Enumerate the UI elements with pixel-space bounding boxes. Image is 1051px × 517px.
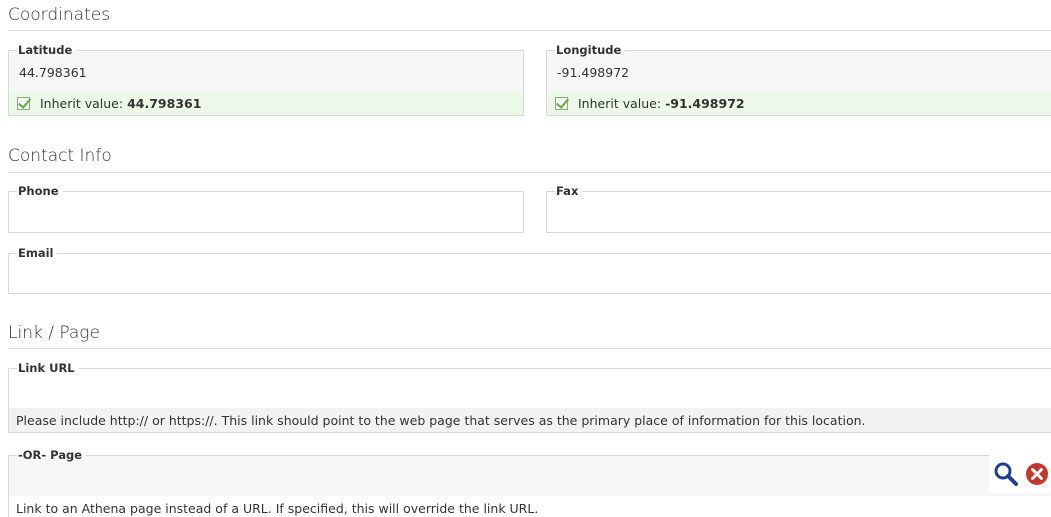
section-title-coordinates: Coordinates xyxy=(8,5,111,25)
fax-label: Fax xyxy=(555,183,583,199)
longitude-value[interactable]: -91.498972 xyxy=(557,65,629,80)
link-url-help: Please include http:// or https://. This… xyxy=(9,408,1051,432)
inherit-label: Inherit value: xyxy=(578,95,662,111)
inherit-label: Inherit value: xyxy=(40,95,124,111)
longitude-inherit-row[interactable]: Inherit value: -91.498972 xyxy=(547,91,1051,115)
email-label: Email xyxy=(17,245,58,261)
checkbox-icon[interactable] xyxy=(555,96,568,110)
longitude-label: Longitude xyxy=(555,42,626,58)
section-title-link-page: Link / Page xyxy=(8,323,100,343)
page-label: -OR- Page xyxy=(17,447,87,463)
checkbox-icon[interactable] xyxy=(17,96,30,110)
section-divider xyxy=(8,172,1051,173)
phone-label: Phone xyxy=(17,183,63,199)
search-icon[interactable] xyxy=(993,461,1019,487)
phone-field[interactable]: Phone xyxy=(8,183,524,233)
section-divider xyxy=(8,30,1051,31)
latitude-inherit-row[interactable]: Inherit value: 44.798361 xyxy=(9,91,523,115)
latitude-label: Latitude xyxy=(17,42,77,58)
page-field[interactable]: -OR- Page Link to an Athena page instead… xyxy=(8,447,1051,517)
section-title-contact: Contact Info xyxy=(8,146,112,166)
clear-icon[interactable] xyxy=(1025,462,1049,486)
latitude-value[interactable]: 44.798361 xyxy=(19,65,87,80)
link-url-label: Link URL xyxy=(17,360,79,376)
inherit-value: -91.498972 xyxy=(665,95,745,111)
fax-field[interactable]: Fax xyxy=(546,183,1051,233)
page-tools xyxy=(989,455,1051,493)
email-field[interactable]: Email xyxy=(8,245,1051,294)
page-help: Link to an Athena page instead of a URL.… xyxy=(9,496,1051,517)
inherit-value: 44.798361 xyxy=(127,95,202,111)
section-divider xyxy=(8,348,1051,349)
latitude-field[interactable]: Latitude 44.798361 Inherit value: 44.798… xyxy=(8,42,524,116)
link-url-field[interactable]: Link URL Please include http:// or https… xyxy=(8,360,1051,433)
longitude-field[interactable]: Longitude -91.498972 Inherit value: -91.… xyxy=(546,42,1051,116)
